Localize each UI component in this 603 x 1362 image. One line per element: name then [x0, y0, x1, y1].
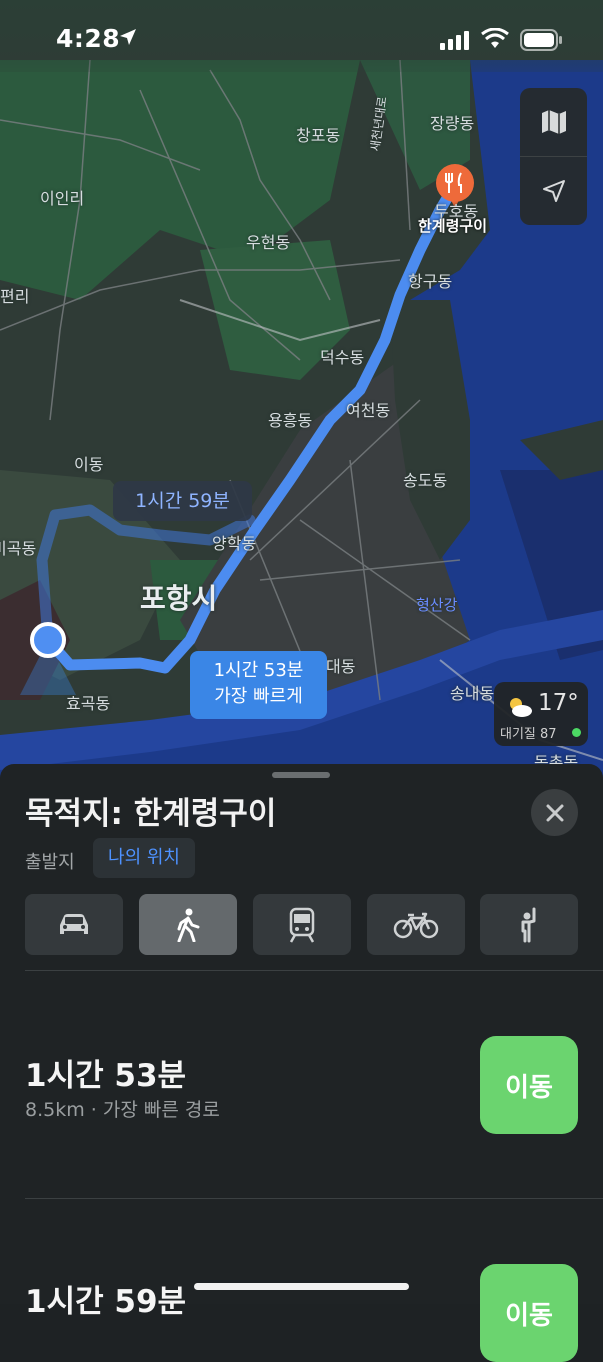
map-label-yanghak: 양학동 [212, 534, 257, 553]
weather-widget[interactable]: 17° 대기질 87 [494, 682, 588, 746]
partly-sunny-icon [510, 698, 532, 717]
destination-title: 목적지: 한계령구이 [25, 796, 277, 832]
wifi-icon [481, 28, 509, 48]
train-icon [289, 907, 315, 943]
map-label-songdo: 송도동 [403, 471, 448, 490]
map-label-jangnyang: 장량동 [430, 114, 475, 133]
alternate-route-callout[interactable]: 1시간 59분 [113, 481, 252, 521]
poi-label[interactable]: 한계령구이 [418, 215, 487, 236]
map-label-hyeongsan: 형산강 [416, 596, 458, 614]
hailing-person-icon [521, 907, 536, 942]
map-controls [520, 88, 587, 225]
location-arrow-icon [542, 180, 565, 202]
air-quality-dot [572, 728, 581, 737]
air-quality: 대기질 87 [500, 723, 557, 742]
route-time: 1시간 53분 [25, 1058, 187, 1094]
directions-sheet[interactable]: 목적지: 한계령구이 출발지 나의 위치 1시간 53분 8.5km · 가장 … [0, 764, 603, 1362]
map-label-songnae: 송내동 [450, 684, 495, 703]
map-label-idong: 이동 [74, 455, 104, 474]
map-label-iin: 이인리 [40, 189, 85, 208]
weather-temp: 17° [538, 690, 579, 716]
walking-icon [177, 908, 200, 942]
location-services-icon [120, 29, 136, 45]
map-label-yeocheon: 여천동 [346, 401, 391, 420]
air-quality-value: 87 [540, 727, 557, 742]
home-indicator[interactable] [194, 1283, 409, 1290]
fastest-route-callout[interactable]: 1시간 53분 가장 빠르게 [190, 651, 327, 719]
status-time: 4:28 [56, 24, 121, 53]
battery-icon [520, 29, 562, 51]
map-icon [541, 110, 566, 134]
map-label-yongheung: 용흥동 [268, 411, 313, 430]
mode-drive-button[interactable] [25, 894, 123, 955]
map-label-daedong: 대동 [326, 657, 356, 676]
map-label-left-ri: 편리 [0, 287, 30, 306]
map-label-left-gok: 비곡동 [0, 539, 37, 558]
map-label-changpo: 창포동 [296, 126, 341, 145]
mode-walk-button[interactable] [139, 894, 237, 955]
current-location-button[interactable] [520, 157, 587, 225]
status-bar: 4:28 [0, 0, 603, 72]
cellular-signal-icon [440, 31, 469, 50]
map-label-pohang: 포항시 [140, 582, 218, 615]
sheet-grabber[interactable] [272, 772, 330, 778]
map-label-hanggu: 항구동 [408, 272, 453, 291]
route-time: 1시간 59분 [25, 1284, 187, 1320]
origin-label: 출발지 [25, 852, 75, 873]
close-button[interactable] [531, 789, 578, 836]
modes-divider [25, 970, 603, 971]
origin-location-button[interactable]: 나의 위치 [93, 838, 195, 878]
map-view[interactable]: 창포동 장량동 이인리 우현동 편리 항구동 덕수동 용흥동 여천동 이동 송도… [0, 0, 603, 790]
map-label-hyogok: 효곡동 [66, 694, 111, 713]
car-icon [60, 913, 88, 934]
map-label-deoksu: 덕수동 [320, 348, 365, 367]
fastest-route-label: 가장 빠르게 [214, 686, 303, 707]
fastest-route-time: 1시간 53분 [213, 660, 304, 681]
map-label-uhyeon: 우현동 [246, 233, 291, 252]
mode-ride-button[interactable] [480, 894, 578, 955]
alternate-route-time: 1시간 59분 [135, 490, 230, 512]
bicycle-icon [393, 912, 439, 938]
air-quality-label: 대기질 [500, 727, 536, 742]
mode-transit-button[interactable] [253, 894, 351, 955]
go-button[interactable]: 이동 [480, 1036, 578, 1134]
mode-cycle-button[interactable] [367, 894, 465, 955]
map-mode-button[interactable] [520, 88, 587, 156]
go-button[interactable]: 이동 [480, 1264, 578, 1362]
close-icon [546, 804, 563, 821]
route-detail: 8.5km · 가장 빠른 경로 [25, 1099, 220, 1121]
routes-divider [25, 1198, 603, 1199]
